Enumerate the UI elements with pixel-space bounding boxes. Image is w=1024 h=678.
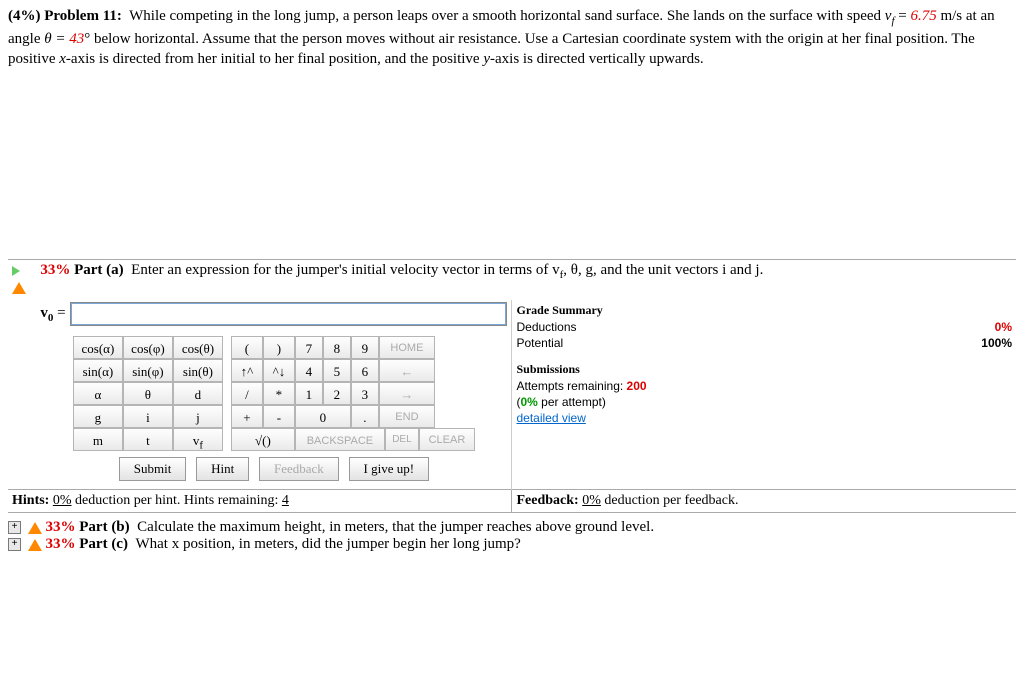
answer-prefix: v0 = [40,305,65,324]
expand-icon[interactable]: + [8,538,21,551]
warning-icon [28,539,42,551]
part-b-row: + 33% Part (b) Calculate the maximum hei… [8,519,1016,536]
key-3[interactable]: 3 [351,382,379,405]
key-6[interactable]: 6 [351,359,379,382]
key-4[interactable]: 4 [295,359,323,382]
part-c-row: + 33% Part (c) What x position, in meter… [8,536,1016,553]
key-g[interactable]: g [73,405,123,428]
key-home[interactable]: HOME [379,336,435,359]
key-sin-theta[interactable]: sin(θ) [173,359,223,382]
problem-statement: (4%) Problem 11: While competing in the … [8,6,1016,69]
key-minus[interactable]: - [263,405,295,428]
key-clear[interactable]: CLEAR [419,428,475,451]
giveup-button[interactable]: I give up! [349,457,430,481]
key-m[interactable]: m [73,428,123,451]
expanded-icon[interactable] [12,266,20,276]
key-vf[interactable]: vf [173,428,223,451]
key-star[interactable]: * [263,382,295,405]
key-5[interactable]: 5 [323,359,351,382]
key-cos-alpha[interactable]: cos(α) [73,336,123,359]
key-2[interactable]: 2 [323,382,351,405]
key-theta[interactable]: θ [123,382,173,405]
key-8[interactable]: 8 [323,336,351,359]
answer-input[interactable] [70,302,508,326]
key-cos-theta[interactable]: cos(θ) [173,336,223,359]
expand-icon[interactable]: + [8,521,21,534]
formula-keypad: cos(α) cos(φ) cos(θ) ( ) 7 8 9 HOME sin(… [73,336,475,451]
key-right[interactable]: → [379,382,435,405]
key-d[interactable]: d [173,382,223,405]
part-a-question: Enter an expression for the jumper's ini… [131,262,559,278]
key-1[interactable]: 1 [295,382,323,405]
key-7[interactable]: 7 [295,336,323,359]
key-sin-alpha[interactable]: sin(α) [73,359,123,382]
key-alpha[interactable]: α [73,382,123,405]
key-cos-phi[interactable]: cos(φ) [123,336,173,359]
key-t[interactable]: t [123,428,173,451]
key-9[interactable]: 9 [351,336,379,359]
key-left[interactable]: ← [379,359,435,382]
key-dot[interactable]: . [351,405,379,428]
submit-button[interactable]: Submit [119,457,187,481]
part-a-row: 33% Part (a) Enter an expression for the… [8,260,1016,301]
key-up[interactable]: ↑^ [231,359,263,382]
key-lparen[interactable]: ( [231,336,263,359]
key-j[interactable]: j [173,405,223,428]
key-0[interactable]: 0 [295,405,351,428]
warning-icon [28,522,42,534]
key-i[interactable]: i [123,405,173,428]
key-sqrt[interactable]: √() [231,428,295,451]
key-del[interactable]: DEL [385,428,419,451]
key-slash[interactable]: / [231,382,263,405]
key-end[interactable]: END [379,405,435,428]
key-rparen[interactable]: ) [263,336,295,359]
key-sin-phi[interactable]: sin(φ) [123,359,173,382]
grade-summary-title: Grade Summary [516,302,1012,319]
warning-icon [12,282,26,294]
key-down[interactable]: ^↓ [263,359,295,382]
feedback-button: Feedback [259,457,339,481]
detailed-view-link[interactable]: detailed view [516,411,585,425]
hint-button[interactable]: Hint [196,457,249,481]
key-backspace[interactable]: BACKSPACE [295,428,385,451]
key-plus[interactable]: + [231,405,263,428]
